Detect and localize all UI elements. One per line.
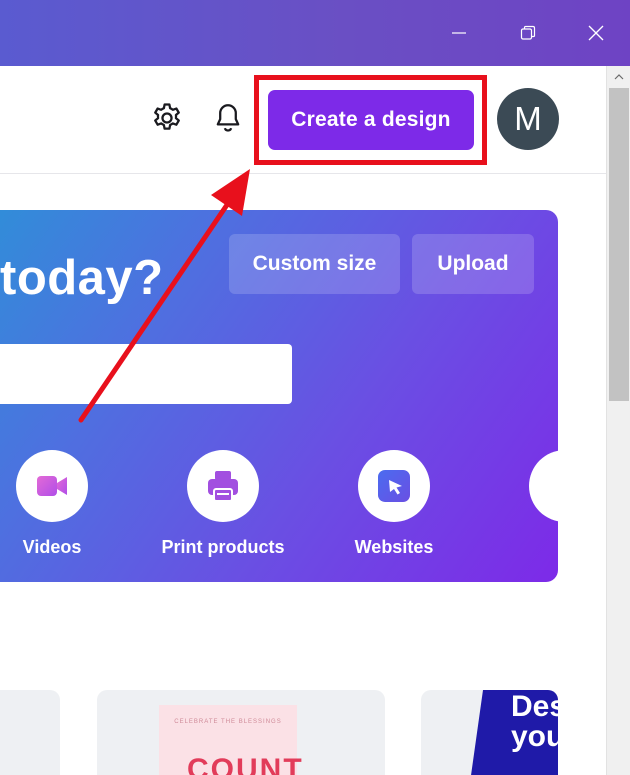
category-icon-circle (358, 450, 430, 522)
bell-icon (216, 104, 240, 132)
window-title-bar (0, 0, 630, 66)
card-preview: CELEBRATE THE BLESSINGS COUNT (159, 705, 302, 775)
design-search-input[interactable] (0, 344, 292, 404)
hero-banner: today? Custom size Upload Videos Print p… (0, 210, 558, 582)
hero-title: today? (0, 251, 164, 305)
upload-button[interactable]: Upload (412, 234, 534, 294)
vertical-scrollbar[interactable] (606, 66, 630, 775)
custom-size-button[interactable]: Custom size (229, 234, 400, 294)
template-thumbnail[interactable]: CELEBRATE THE BLESSINGS COUNT (97, 690, 385, 775)
app-header: Create a design M (0, 66, 606, 174)
user-avatar[interactable]: M (497, 88, 559, 150)
card-small-text: CELEBRATE THE BLESSINGS (174, 719, 282, 725)
chevron-up-icon (614, 74, 624, 80)
template-thumbnail[interactable]: Des your (421, 690, 558, 775)
scrollbar-thumb[interactable] (609, 88, 629, 401)
category-icon-circle (529, 450, 558, 522)
category-more[interactable]: M (490, 450, 558, 558)
category-icon-circle (16, 450, 88, 522)
category-videos[interactable]: Videos (0, 450, 127, 558)
scroll-up-button[interactable] (607, 66, 630, 88)
minimize-button[interactable] (425, 0, 493, 66)
close-icon (588, 25, 604, 41)
category-label: Websites (354, 537, 434, 557)
cursor-icon (378, 470, 410, 502)
printer-icon (208, 471, 238, 502)
create-a-design-button[interactable]: Create a design (268, 90, 474, 150)
minimize-icon (452, 32, 466, 34)
category-print-products[interactable]: Print products (148, 450, 298, 558)
video-camera-icon (37, 476, 67, 496)
poster-text: Des your (511, 690, 558, 753)
restore-button[interactable] (494, 0, 562, 66)
template-thumbnail[interactable] (0, 690, 60, 775)
category-label: M (490, 537, 559, 558)
category-websites[interactable]: Websites (319, 450, 469, 558)
card-big-text: COUNT (187, 753, 304, 775)
app-window: Create a design M today? Custom size Upl… (0, 0, 630, 775)
close-button[interactable] (562, 0, 630, 66)
more-icon (545, 466, 558, 506)
category-label: Videos (22, 537, 82, 557)
restore-icon (520, 25, 536, 40)
gear-icon (154, 103, 180, 130)
category-label: Print products (161, 537, 285, 557)
category-icon-circle (187, 450, 259, 522)
notifications-button[interactable] (206, 96, 250, 140)
settings-button[interactable] (145, 96, 189, 140)
